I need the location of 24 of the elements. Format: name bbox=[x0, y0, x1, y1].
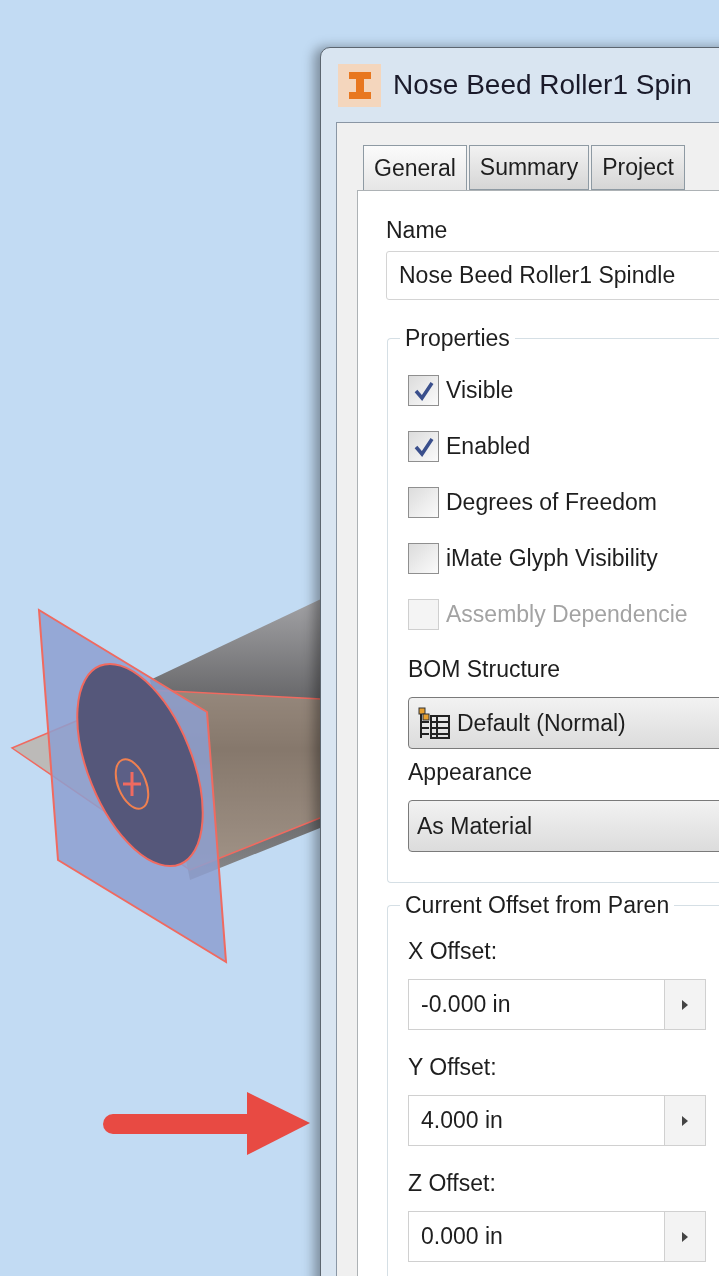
field-label: Name bbox=[386, 216, 449, 245]
field-label: Y Offset: bbox=[408, 1053, 498, 1082]
tab[interactable]: General bbox=[363, 145, 467, 190]
checkbox-label: Visible bbox=[446, 376, 514, 406]
field-label: Z Offset: bbox=[408, 1169, 497, 1198]
checkbox-label: iMate Glyph Visibility bbox=[446, 544, 658, 574]
field-label: Appearance bbox=[408, 758, 534, 787]
field-label: BOM Structure bbox=[408, 655, 562, 684]
name-field[interactable]: Nose Beed Roller1 Spindle bbox=[386, 251, 719, 300]
checkbox[interactable] bbox=[408, 487, 439, 518]
checkbox[interactable] bbox=[408, 543, 439, 574]
i-beam-icon bbox=[338, 63, 381, 107]
dropdown[interactable]: As Material bbox=[408, 800, 719, 852]
tab[interactable]: Summary bbox=[468, 145, 590, 190]
checkbox[interactable] bbox=[408, 375, 439, 406]
dropdown[interactable]: Default (Normal) bbox=[408, 697, 719, 749]
checkbox-label: Degrees of Freedom bbox=[446, 488, 657, 518]
tab[interactable]: Project bbox=[591, 145, 685, 190]
checkbox-label: Assembly Dependencie bbox=[446, 600, 688, 630]
field-label: X Offset: bbox=[408, 937, 499, 966]
checkbox-label: Enabled bbox=[446, 432, 531, 462]
checkbox[interactable] bbox=[408, 431, 439, 462]
window-title: Nose Beed Roller1 Spin bbox=[393, 68, 692, 102]
structure-icon bbox=[417, 706, 451, 740]
